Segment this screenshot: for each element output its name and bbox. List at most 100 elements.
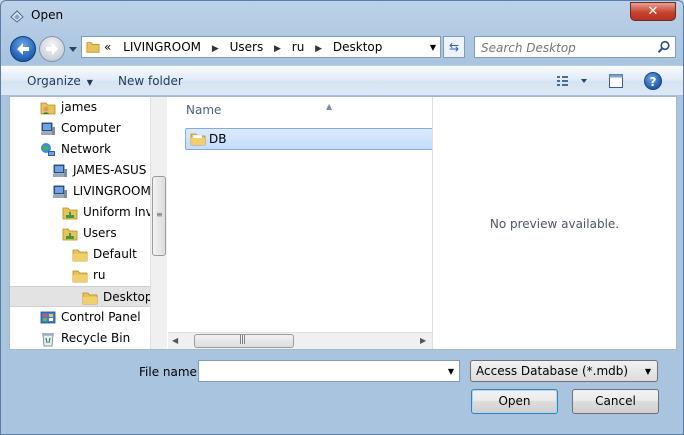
chevron-down-icon[interactable]: ▼ (430, 43, 436, 52)
nav-pane-scrollbar[interactable]: ≡ (150, 97, 167, 349)
nav-item-label: Desktop (103, 290, 151, 304)
search-icon[interactable] (657, 40, 671, 54)
folder-icon (72, 268, 88, 284)
breadcrumb-separator[interactable]: ▶ (212, 44, 219, 54)
recycle-bin-icon (40, 331, 56, 347)
sort-ascending-icon: ▲ (326, 102, 333, 111)
nav-item-label: ru (93, 268, 106, 282)
folder-icon (190, 133, 206, 146)
chevron-down-icon (581, 79, 587, 83)
file-list-h-scrollbar[interactable]: ◀ ||| ▶ (168, 332, 432, 349)
new-folder-button[interactable]: New folder (118, 74, 183, 88)
chevron-down-icon: ▼ (644, 367, 651, 376)
file-name-input[interactable] (203, 363, 437, 381)
help-button[interactable]: ? (644, 72, 662, 90)
title-bar: Open ✕ (1, 1, 683, 31)
nav-item-label: LIVINGROOM (73, 184, 151, 198)
nav-item-users[interactable]: Users (10, 223, 151, 244)
organize-label: Organize (27, 74, 81, 88)
file-item-label: DB (209, 132, 227, 146)
nav-item-label: Users (83, 226, 117, 240)
nav-item-default[interactable]: Default (10, 244, 151, 265)
nav-item-label: Computer (61, 121, 121, 135)
nav-item-label: Default (93, 247, 137, 261)
breadcrumb-item-desktop[interactable]: Desktop (333, 40, 383, 54)
nav-item-desktop[interactable]: Desktop (10, 286, 151, 307)
breadcrumb: « LIVINGROOM ▶ Users ▶ ru ▶ Desktop (104, 40, 382, 54)
file-type-select[interactable]: Access Database (*.mdb) ▼ (470, 360, 658, 382)
grip-icon: ≡ (156, 210, 163, 219)
arrow-left-icon (17, 43, 29, 55)
preview-pane-button[interactable] (608, 73, 624, 89)
cancel-button[interactable]: Cancel (572, 389, 659, 414)
computer-icon (52, 163, 68, 179)
breadcrumb-item-users[interactable]: Users (230, 40, 264, 54)
nav-item-computer[interactable]: Computer (10, 118, 151, 139)
nav-item-ru[interactable]: ru (10, 265, 151, 286)
breadcrumb-separator[interactable]: ▶ (274, 44, 281, 54)
scroll-right-icon[interactable]: ▶ (420, 336, 426, 345)
nav-item-label: Network (61, 142, 112, 156)
nav-item-network[interactable]: Network (10, 139, 151, 160)
folder-icon (72, 247, 88, 263)
refresh-icon: ⇆ (448, 40, 460, 54)
address-bar[interactable]: « LIVINGROOM ▶ Users ▶ ru ▶ Desktop ▼ (81, 36, 441, 58)
nav-item-james-asus[interactable]: JAMES-ASUS (10, 160, 151, 181)
nav-item-uniform-invo[interactable]: Uniform Invo (10, 202, 151, 223)
computer-icon (40, 121, 56, 137)
folder-icon (82, 290, 98, 306)
back-button[interactable] (10, 36, 36, 62)
file-name-combobox[interactable]: ▼ (198, 360, 460, 382)
app-icon (10, 10, 24, 23)
scrollbar-thumb[interactable]: ≡ (152, 176, 166, 256)
recent-pages-dropdown[interactable] (67, 42, 79, 56)
breadcrumb-overflow[interactable]: « (104, 40, 111, 54)
chevron-down-icon[interactable]: ▼ (448, 367, 454, 376)
nav-item-label: Uniform Invo (83, 205, 151, 219)
control-panel-icon (40, 310, 56, 326)
scroll-left-icon[interactable]: ◀ (172, 336, 178, 345)
open-dialog: Open ✕ « LIVINGROOM ▶ Users ▶ ru ▶ Deskt… (0, 0, 684, 435)
nav-item-label: Recycle Bin (61, 331, 131, 345)
refresh-button[interactable]: ⇆ (443, 36, 465, 58)
column-header-name[interactable]: Name ▲ (186, 102, 332, 117)
close-button[interactable]: ✕ (630, 2, 676, 21)
chevron-down-icon: ▼ (86, 78, 93, 87)
nav-item-label: james (61, 100, 98, 114)
preview-message: No preview available. (489, 217, 620, 231)
column-header-label: Name (186, 103, 222, 117)
computer-icon (52, 184, 68, 200)
folder-icon (86, 42, 100, 53)
network-icon (40, 142, 56, 158)
grip-icon: ||| (239, 335, 246, 345)
content-area: james Computer Network JAMES-ASUS LIVINGROOM… (9, 96, 677, 350)
file-name-label: File name: (139, 365, 201, 379)
breadcrumb-item-ru[interactable]: ru (292, 40, 305, 54)
forward-button[interactable] (39, 36, 65, 62)
scrollbar-thumb[interactable]: ||| (194, 334, 294, 348)
nav-item-recycle-bin[interactable]: Recycle Bin (10, 328, 151, 349)
search-box[interactable] (474, 36, 676, 58)
change-view-button[interactable] (556, 72, 590, 90)
user-folder-icon (40, 100, 56, 116)
navigation-pane: james Computer Network JAMES-ASUS LIVINGROOM… (10, 97, 168, 349)
search-input[interactable] (479, 39, 653, 57)
nav-item-james[interactable]: james (10, 97, 151, 118)
open-button[interactable]: Open (471, 389, 558, 414)
nav-item-label: JAMES-ASUS (73, 163, 147, 177)
command-bar: Organize ▼ New folder ? (1, 65, 683, 96)
shared-folder-icon (62, 205, 78, 221)
organize-menu-button[interactable]: Organize ▼ (27, 74, 93, 88)
file-item-db[interactable]: DB (185, 128, 433, 150)
view-list-icon (557, 76, 568, 86)
nav-item-livingroom[interactable]: LIVINGROOM (10, 181, 151, 202)
file-type-selected: Access Database (*.mdb) (476, 364, 629, 378)
breadcrumb-separator[interactable]: ▶ (315, 44, 322, 54)
breadcrumb-item-livingroom[interactable]: LIVINGROOM (123, 40, 201, 54)
file-list-pane: Name ▲ DB ◀ ||| ▶ (168, 97, 433, 349)
nav-item-label: Control Panel (61, 310, 141, 324)
window-title: Open (31, 8, 64, 22)
nav-item-control-panel[interactable]: Control Panel (10, 307, 151, 328)
shared-folder-icon (62, 226, 78, 242)
arrow-right-icon (46, 43, 58, 55)
